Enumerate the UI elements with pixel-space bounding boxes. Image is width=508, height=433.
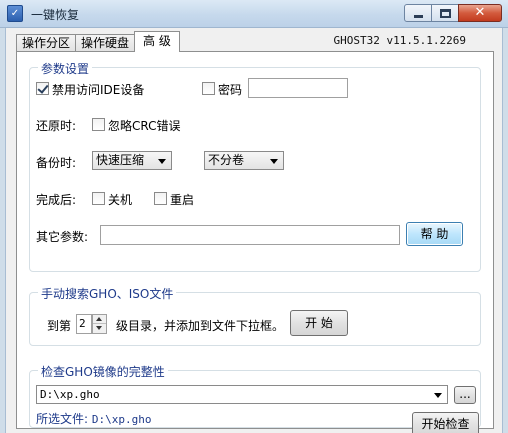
search-prefix-label: 到第 [47,319,72,333]
tab-disk[interactable]: 操作硬盘 [75,34,136,52]
selected-file-path: D:\xp.gho [91,413,152,426]
gho-file-value: D:\xp.gho [40,388,100,401]
stepper-down-button[interactable] [93,324,106,333]
tab-advanced[interactable]: 高 级 [134,31,180,52]
other-params-label: 其它参数: [36,230,89,244]
chevron-down-icon [96,326,102,330]
chevron-down-icon [270,159,278,164]
restart-label: 重启 [170,193,195,207]
ignore-crc-label: 忽略CRC错误 [108,119,181,133]
title-bar[interactable]: ✓ 一键恢复 ✕ [0,0,508,28]
maximize-button[interactable] [431,4,459,22]
disable-ide-checkbox[interactable] [36,82,49,95]
chevron-down-icon [158,159,166,164]
compression-value: 快速压缩 [96,153,145,167]
params-group-title: 参数设置 [38,60,93,77]
after-complete-label: 完成后: [36,193,77,207]
maximize-icon [440,9,451,18]
password-checkbox[interactable] [202,82,215,95]
window-title: 一键恢复 [31,8,80,22]
search-group: 手动搜索GHO、ISO文件 到第 2 级目录，并添加到文件下拉框。 开 始 [29,285,481,346]
selected-file-label: 所选文件: D:\xp.gho [36,410,151,427]
split-select[interactable]: 不分卷 [204,151,284,170]
browse-button[interactable]: ... [454,386,476,404]
gho-file-select[interactable]: D:\xp.gho [36,385,448,404]
disable-ide-label: 禁用访问IDE设备 [52,83,145,97]
minimize-icon [414,15,423,18]
compression-select[interactable]: 快速压缩 [92,151,172,170]
search-level-stepper[interactable] [92,314,107,334]
minimize-button[interactable] [404,4,432,22]
password-label: 密码 [218,83,243,97]
close-button[interactable]: ✕ [458,4,502,22]
tab-partition[interactable]: 操作分区 [16,34,77,52]
tab-strip: 操作分区 操作硬盘 高 级 [16,31,180,52]
restart-checkbox[interactable] [154,192,167,205]
advanced-panel: 参数设置 禁用访问IDE设备 密码 还原时: 忽略CRC错误 备份时: 快速压缩… [16,51,494,433]
start-check-button[interactable]: 开始检查 [412,412,479,433]
search-suffix-label: 级目录，并添加到文件下拉框。 [116,319,285,333]
split-value: 不分卷 [208,153,245,167]
window-controls: ✕ [404,4,502,22]
backup-label: 备份时: [36,156,77,170]
client-area: 操作分区 操作硬盘 高 级 GHOST32 v11.5.1.2269 参数设置 … [5,28,503,433]
selected-file-caption: 所选文件: [36,412,89,426]
shutdown-label: 关机 [108,193,133,207]
restore-label: 还原时: [36,119,77,133]
search-group-title: 手动搜索GHO、ISO文件 [38,285,177,302]
app-icon: ✓ [7,5,23,22]
stepper-up-button[interactable] [93,315,106,324]
ghost-version-label: GHOST32 v11.5.1.2269 [333,34,466,47]
ignore-crc-checkbox[interactable] [92,118,105,131]
password-input[interactable] [248,78,348,98]
close-icon: ✕ [474,5,486,20]
chevron-down-icon [434,393,442,398]
shutdown-checkbox[interactable] [92,192,105,205]
chevron-up-icon [96,317,102,321]
search-start-button[interactable]: 开 始 [290,310,348,336]
params-group: 参数设置 禁用访问IDE设备 密码 还原时: 忽略CRC错误 备份时: 快速压缩… [29,60,481,272]
other-params-input[interactable] [100,225,400,245]
search-level-input[interactable]: 2 [76,314,92,334]
help-button[interactable]: 帮 助 [406,222,463,246]
check-group-title: 检查GHO镜像的完整性 [38,363,168,380]
